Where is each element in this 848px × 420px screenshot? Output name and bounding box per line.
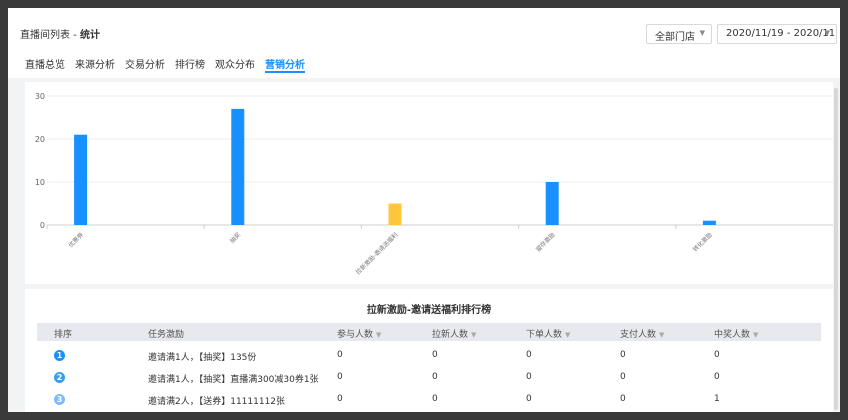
cell-pay-count: 0	[620, 350, 626, 360]
cell-order-count: 0	[526, 394, 532, 404]
bar	[545, 182, 559, 225]
cell-new-count: 0	[432, 394, 438, 404]
tab-audience-distribution[interactable]: 观众分布	[215, 56, 255, 71]
table-row: 2 邀请满1人，【抽奖】直播满300减30券1张 0 0 0 0 0	[37, 367, 821, 387]
breadcrumb-current: 统计	[79, 30, 100, 41]
cell-new-count: 0	[432, 372, 438, 382]
sort-icon[interactable]: ▼	[753, 331, 758, 339]
col-new-count[interactable]: 拉新人数 ▼	[432, 327, 476, 340]
rank-badge: 1	[54, 350, 65, 361]
x-tick-label: 拉新激励-邀请送福利	[354, 231, 399, 276]
cell-win-count: 1	[714, 394, 720, 404]
rank-badge: 2	[54, 372, 65, 383]
app-frame: 直播间列表 - 统计 全部门店 ▼ 2020/11/19 - 2020/11 ▼…	[8, 8, 840, 412]
cell-task: 邀请满2人，【送券】11111112张	[148, 397, 286, 407]
rank-badge: 3	[54, 394, 65, 405]
y-tick-label: 10	[35, 178, 45, 187]
sort-icon[interactable]: ▼	[376, 331, 381, 339]
marketing-bar-chart: 0 10 20 30 优惠券 抽奖 拉新激励-邀请送福利 留存激励 转化激励	[25, 82, 833, 284]
breadcrumb: 直播间列表 - 统计	[20, 26, 100, 41]
vertical-scrollbar[interactable]	[834, 88, 838, 410]
col-pay-count[interactable]: 支付人数 ▼	[620, 327, 664, 340]
col-rank: 排序	[54, 330, 73, 340]
cell-new-count: 0	[432, 350, 438, 360]
table-header: 排序 任务激励 参与人数 ▼ 拉新人数 ▼ 下单人数 ▼ 支付人数 ▼ 中奖人数 ▼	[37, 323, 821, 341]
cell-pay-count: 0	[620, 372, 626, 382]
bar	[231, 108, 245, 225]
tab-live-overview[interactable]: 直播总览	[25, 56, 65, 71]
table-row: 3 邀请满2人，【送券】11111112张 0 0 0 0 1	[37, 389, 821, 409]
col-win-count[interactable]: 中奖人数 ▼	[714, 327, 758, 340]
bar	[702, 220, 716, 225]
cell-join-count: 0	[337, 394, 343, 404]
breadcrumb-parent[interactable]: 直播间列表	[20, 30, 70, 41]
bar	[388, 203, 402, 225]
cell-win-count: 0	[714, 372, 720, 382]
sort-icon[interactable]: ▼	[565, 331, 570, 339]
cell-task: 邀请满1人，【抽奖】135份	[148, 353, 257, 363]
bar	[74, 134, 88, 225]
cell-join-count: 0	[337, 372, 343, 382]
x-tick-label: 抽奖	[228, 231, 242, 245]
col-order-count[interactable]: 下单人数 ▼	[526, 327, 570, 340]
table-title: 拉新激励-邀请送福利排行榜	[366, 305, 492, 316]
x-tick-label: 转化激励	[691, 231, 714, 254]
cell-pay-count: 0	[620, 394, 626, 404]
cell-win-count: 0	[714, 350, 720, 360]
col-join-count[interactable]: 参与人数 ▼	[337, 327, 381, 340]
chart-svg: 0 10 20 30 优惠券 抽奖 拉新激励-邀请送福利 留存激励 转化激励	[35, 92, 833, 276]
date-range-value: 2020/11/19 - 2020/11	[726, 28, 836, 39]
store-select[interactable]: 全部门店 ▼	[646, 24, 712, 44]
tab-source-analysis[interactable]: 来源分析	[75, 56, 115, 71]
cell-order-count: 0	[526, 372, 532, 382]
cell-join-count: 0	[337, 350, 343, 360]
date-range-picker[interactable]: 2020/11/19 - 2020/11 ▼	[717, 24, 837, 44]
tab-trade-analysis[interactable]: 交易分析	[125, 56, 165, 71]
y-tick-label: 30	[35, 92, 45, 101]
y-tick-label: 0	[40, 221, 45, 230]
table-row: 1 邀请满1人，【抽奖】135份 0 0 0 0 0	[37, 345, 821, 365]
cell-order-count: 0	[526, 350, 532, 360]
x-tick-label: 优惠券	[67, 231, 85, 249]
sort-icon[interactable]: ▼	[471, 331, 476, 339]
tab-ranking[interactable]: 排行榜	[175, 56, 205, 71]
caret-down-icon: ▼	[699, 29, 705, 37]
caret-down-icon: ▼	[824, 29, 830, 37]
ranking-table-card: 拉新激励-邀请送福利排行榜 排序 任务激励 参与人数 ▼ 拉新人数 ▼ 下单人数 ▼ …	[25, 289, 833, 412]
store-select-value: 全部门店	[655, 32, 695, 43]
col-task: 任务激励	[148, 330, 185, 340]
y-tick-label: 20	[35, 135, 45, 144]
tab-marketing-analysis[interactable]: 营销分析	[265, 56, 305, 73]
page-header: 直播间列表 - 统计 全部门店 ▼ 2020/11/19 - 2020/11 ▼…	[8, 8, 840, 78]
x-tick-label: 留存激励	[534, 231, 557, 254]
cell-task: 邀请满1人，【抽奖】直播满300减30券1张	[148, 375, 319, 385]
sort-icon[interactable]: ▼	[659, 331, 664, 339]
breadcrumb-separator: -	[70, 30, 80, 41]
